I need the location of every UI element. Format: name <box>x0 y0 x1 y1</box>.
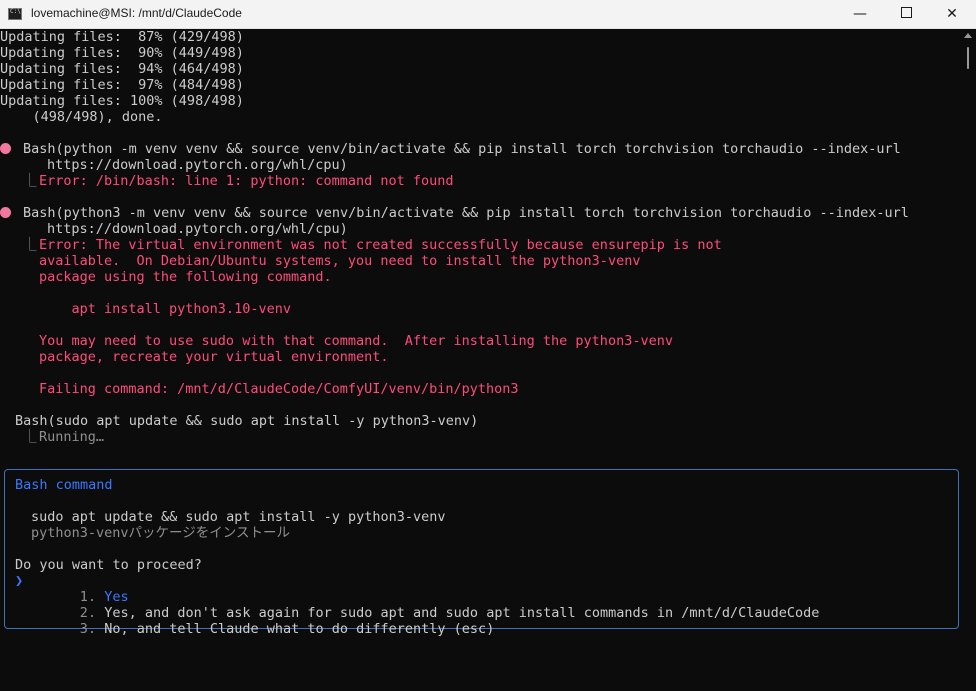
progress-line: Updating files: 100% (498/498) <box>0 93 244 109</box>
window-title: lovemachine@MSI: /mnt/d/ClaudeCode <box>31 6 242 20</box>
title-bar[interactable]: lovemachine@MSI: /mnt/d/ClaudeCode — ✕ <box>0 0 976 29</box>
command-2-line: Bash(python3 -m venv venv && source venv… <box>23 205 909 221</box>
progress-done-line: (498/498), done. <box>0 109 163 125</box>
dialog-description: python3-venvパッケージをインストール <box>31 525 290 541</box>
command-2-error-line: package using the following command. <box>39 269 332 285</box>
option-number: 3. <box>79 621 97 637</box>
command-1-line: Bash(python -m venv venv && source venv/… <box>23 141 901 157</box>
option-label: No, and tell Claude what to do different… <box>104 621 495 637</box>
option-yes-dont-ask-again[interactable]: 2. Yes, and don't ask again for sudo apt… <box>31 589 820 621</box>
command-1-continuation: https://download.pytorch.org/whl/cpu) <box>47 157 348 173</box>
command-3-line: Bash(sudo apt update && sudo apt install… <box>15 413 479 429</box>
maximize-icon <box>900 7 912 18</box>
command-2-error-line: package, recreate your virtual environme… <box>39 349 389 365</box>
close-button[interactable]: ✕ <box>929 0 975 29</box>
selection-pointer-icon: ❯ <box>15 573 24 589</box>
terminal-window: lovemachine@MSI: /mnt/d/ClaudeCode — ✕ U… <box>0 0 976 691</box>
progress-line: Updating files: 87% (429/498) <box>0 29 244 45</box>
command-2-error-line: available. On Debian/Ubuntu systems, you… <box>39 253 641 269</box>
command-bullet <box>0 141 11 157</box>
option-no[interactable]: 3. No, and tell Claude what to do differ… <box>31 605 495 637</box>
progress-line: Updating files: 90% (449/498) <box>0 45 244 61</box>
minimize-button[interactable]: — <box>837 0 883 29</box>
maximize-button[interactable] <box>883 0 929 29</box>
progress-line: Updating files: 97% (484/498) <box>0 77 244 93</box>
error-bullet-icon <box>0 142 11 154</box>
dialog-question: Do you want to proceed? <box>15 557 202 573</box>
scroll-up-arrow-icon[interactable] <box>964 33 972 38</box>
terminal-output[interactable]: Updating files: 87% (429/498) Updating f… <box>0 29 960 691</box>
dialog-title: Bash command <box>15 477 113 493</box>
command-bullet <box>0 205 11 221</box>
command-2-error-line: Failing command: /mnt/d/ClaudeCode/Comfy… <box>39 381 519 397</box>
command-3-status: Running… <box>39 429 105 445</box>
scrollbar-thumb[interactable] <box>967 47 969 69</box>
dialog-command: sudo apt update && sudo apt install -y p… <box>31 509 446 525</box>
minimize-icon: — <box>853 6 867 22</box>
close-icon: ✕ <box>946 6 958 22</box>
command-2-error-line: Error: The virtual environment was not c… <box>39 237 722 253</box>
error-bullet-icon <box>0 206 11 218</box>
vertical-scrollbar[interactable] <box>961 29 976 691</box>
option-yes[interactable]: 1. Yes <box>31 573 129 605</box>
command-2-error-line: apt install python3.10-venv <box>39 301 291 317</box>
command-2-error-line: You may need to use sudo with that comma… <box>39 333 673 349</box>
terminal-app-icon <box>8 8 22 20</box>
progress-line: Updating files: 94% (464/498) <box>0 61 244 77</box>
command-2-continuation: https://download.pytorch.org/whl/cpu) <box>47 221 348 237</box>
command-1-error: Error: /bin/bash: line 1: python: comman… <box>39 173 454 189</box>
